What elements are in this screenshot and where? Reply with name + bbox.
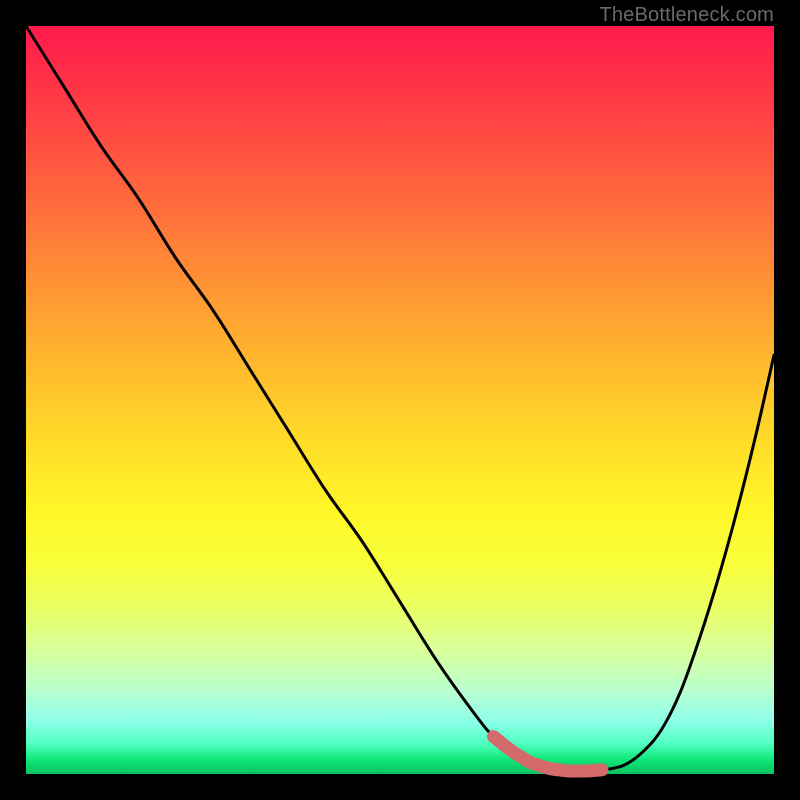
chart-frame: TheBottleneck.com [0, 0, 800, 800]
curve-layer [26, 26, 774, 774]
trough-accent [494, 737, 602, 771]
watermark-text: TheBottleneck.com [599, 4, 774, 27]
plot-area [26, 26, 774, 774]
bottleneck-curve [26, 26, 774, 771]
